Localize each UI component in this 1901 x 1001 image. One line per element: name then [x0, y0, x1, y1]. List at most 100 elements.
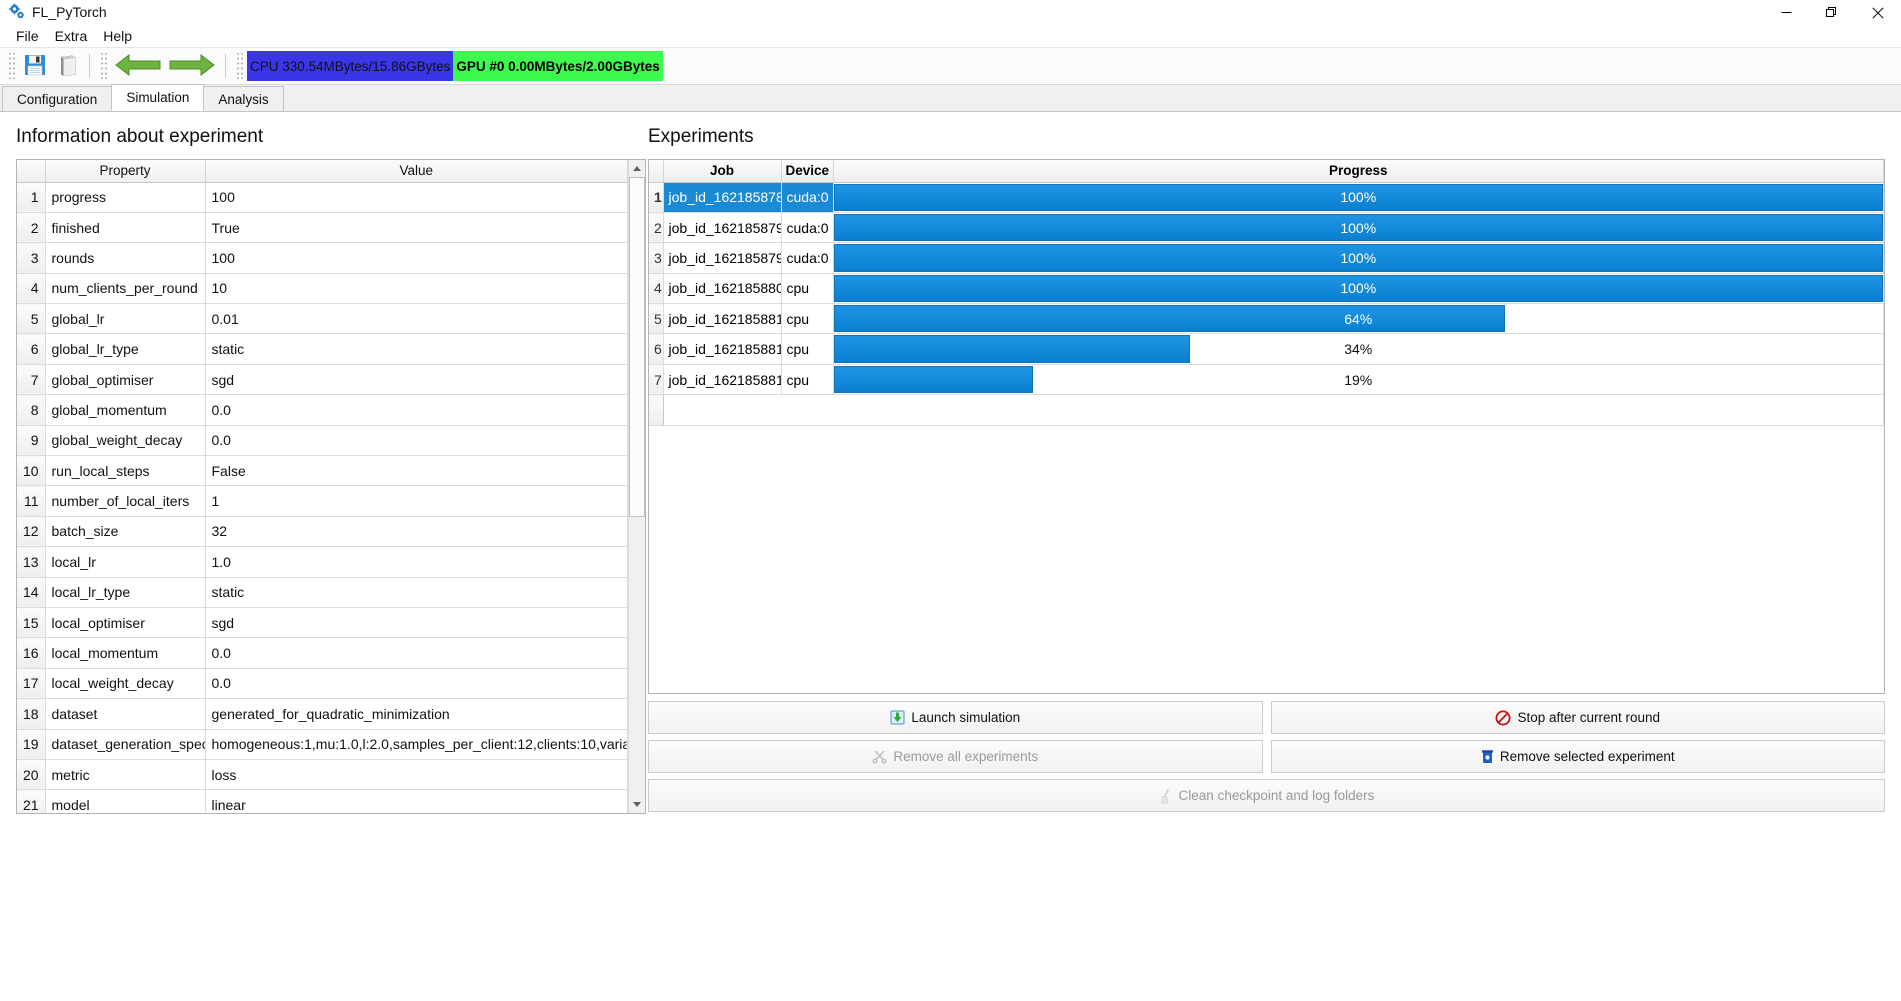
menu-extra[interactable]: Extra — [47, 26, 96, 46]
toolbar-separator-2 — [225, 54, 226, 78]
table-row[interactable]: 12 batch_size 32 — [17, 516, 628, 548]
property-name: local_lr — [45, 546, 206, 578]
scroll-down-button[interactable] — [629, 796, 645, 813]
table-row[interactable]: 7 job_id_1621858813 cpu 19% — [649, 364, 1884, 396]
row-number: 7 — [649, 364, 664, 396]
table-row[interactable]: 2 job_id_1621858794 cuda:0 100% — [649, 212, 1884, 244]
menu-file[interactable]: File — [8, 26, 47, 46]
no-entry-icon — [1495, 710, 1511, 726]
database-button[interactable] — [51, 51, 83, 81]
gears-icon — [8, 3, 26, 21]
experiments-table-container: Job Device Progress 1 job_id_1621858783 cu… — [648, 159, 1885, 694]
launch-simulation-label: Launch simulation — [911, 710, 1021, 725]
table-row[interactable]: 19 dataset_generation_spec homogeneous:1,m… — [17, 729, 628, 760]
row-number: 7 — [17, 364, 46, 396]
save-button[interactable] — [19, 51, 51, 81]
table-row[interactable]: 16 local_momentum 0.0 — [17, 637, 628, 669]
tab-analysis[interactable]: Analysis — [203, 86, 284, 111]
table-row[interactable]: 5 job_id_1621858811 cpu 64% — [649, 303, 1884, 335]
download-arrow-icon — [890, 710, 905, 725]
scroll-thumb[interactable] — [629, 177, 645, 518]
job-id-cell: job_id_1621858812 — [663, 333, 782, 365]
tab-simulation[interactable]: Simulation — [111, 84, 205, 111]
col-header-exp-rownum — [649, 160, 664, 183]
progress-bar: 19% — [833, 365, 1883, 394]
clean-folders-button[interactable]: Clean checkpoint and log folders — [648, 779, 1885, 812]
table-row[interactable]: 17 local_weight_decay 0.0 — [17, 668, 628, 700]
table-row[interactable]: 5 global_lr 0.01 — [17, 303, 628, 335]
launch-simulation-button[interactable]: Launch simulation — [648, 701, 1263, 734]
close-button[interactable] — [1855, 0, 1901, 25]
experiments-panel: Experiments Job Device Progress 1 job_id_… — [648, 126, 1885, 1001]
table-row[interactable]: 14 local_lr_type static — [17, 577, 628, 608]
forward-button[interactable] — [165, 51, 219, 81]
row-number: 6 — [649, 333, 664, 365]
table-row[interactable]: 15 local_optimiser sgd — [17, 607, 628, 639]
restore-button[interactable] — [1809, 0, 1855, 25]
remove-selected-button[interactable]: Remove selected experiment — [1270, 740, 1885, 773]
property-name: rounds — [45, 242, 206, 274]
row-number: 4 — [17, 273, 46, 305]
property-value: True — [205, 212, 628, 244]
toolbar-grip-3[interactable] — [235, 53, 244, 79]
tab-configuration[interactable]: Configuration — [2, 86, 113, 111]
scroll-up-button[interactable] — [629, 160, 645, 177]
property-value: sgd — [205, 364, 628, 396]
table-row[interactable]: 2 finished True — [17, 212, 628, 244]
minimize-button[interactable] — [1763, 0, 1809, 25]
arrow-left-icon — [115, 53, 161, 80]
floppy-disk-icon — [24, 54, 46, 79]
table-row[interactable]: 4 num_clients_per_round 10 — [17, 273, 628, 305]
menu-help[interactable]: Help — [95, 26, 140, 46]
property-value: 0.0 — [205, 668, 628, 700]
scroll-track[interactable] — [629, 177, 645, 796]
stop-after-round-button[interactable]: Stop after current round — [1270, 701, 1885, 734]
table-row[interactable]: 13 local_lr 1.0 — [17, 546, 628, 578]
row-number: 8 — [17, 394, 46, 426]
chevron-down-icon — [633, 802, 641, 807]
property-value: generated_for_quadratic_minimization — [205, 698, 628, 730]
table-row[interactable]: 21 model linear — [17, 789, 628, 813]
property-name: finished — [45, 212, 206, 244]
table-row[interactable]: 9 global_weight_decay 0.0 — [17, 425, 628, 457]
table-row[interactable]: 20 metric loss — [17, 759, 628, 791]
property-value: 32 — [205, 516, 628, 548]
table-row[interactable]: 8 global_momentum 0.0 — [17, 394, 628, 426]
row-number: 6 — [17, 333, 46, 365]
table-row[interactable]: 10 run_local_steps False — [17, 455, 628, 487]
progress-label: 34% — [1344, 341, 1373, 358]
table-row[interactable]: 3 job_id_1621858796 cuda:0 100% — [649, 242, 1884, 274]
table-row[interactable]: 18 dataset generated_for_quadratic_minimiz… — [17, 698, 628, 730]
progress-bar: 100% — [833, 183, 1883, 211]
back-button[interactable] — [111, 51, 165, 81]
table-row[interactable]: 7 global_optimiser sgd — [17, 364, 628, 396]
action-row-1: Launch simulation Stop after current rou… — [648, 701, 1885, 734]
table-row[interactable]: 3 rounds 100 — [17, 242, 628, 274]
properties-vertical-scrollbar[interactable] — [628, 160, 645, 813]
toolbar-grip-2[interactable] — [99, 53, 108, 79]
property-value: False — [205, 455, 628, 487]
remove-selected-label: Remove selected experiment — [1499, 749, 1675, 764]
row-number: 20 — [17, 759, 46, 791]
progress-bar: 100% — [833, 274, 1883, 303]
table-row[interactable]: 11 number_of_local_iters 1 — [17, 485, 628, 517]
toolbar-grip[interactable] — [7, 53, 16, 79]
property-name: local_weight_decay — [45, 668, 206, 700]
experiments-table: Job Device Progress 1 job_id_1621858783 cu… — [649, 160, 1884, 426]
col-header-job: Job — [663, 160, 782, 183]
property-name: dataset_generation_spec — [45, 729, 206, 760]
property-value: 1.0 — [205, 546, 628, 578]
device-cell: cpu — [781, 303, 834, 335]
table-row[interactable]: 4 job_id_1621858800 cpu 100% — [649, 273, 1884, 305]
scissors-icon — [872, 749, 887, 764]
table-row[interactable]: 6 global_lr_type static — [17, 333, 628, 365]
progress-cell: 64% — [833, 303, 1884, 335]
table-row[interactable]: 1 progress 100 — [17, 182, 628, 213]
row-number: 11 — [17, 485, 46, 517]
table-row[interactable]: 1 job_id_1621858783 cuda:0 100% — [649, 182, 1884, 213]
progress-label: 64% — [1344, 310, 1373, 327]
progress-cell: 100% — [833, 273, 1884, 305]
remove-all-button[interactable]: Remove all experiments — [648, 740, 1263, 773]
table-row[interactable]: 6 job_id_1621858812 cpu 34% — [649, 333, 1884, 365]
properties-table-scrollarea: Property Value 1 progress 100 2 finished True… — [17, 160, 628, 813]
